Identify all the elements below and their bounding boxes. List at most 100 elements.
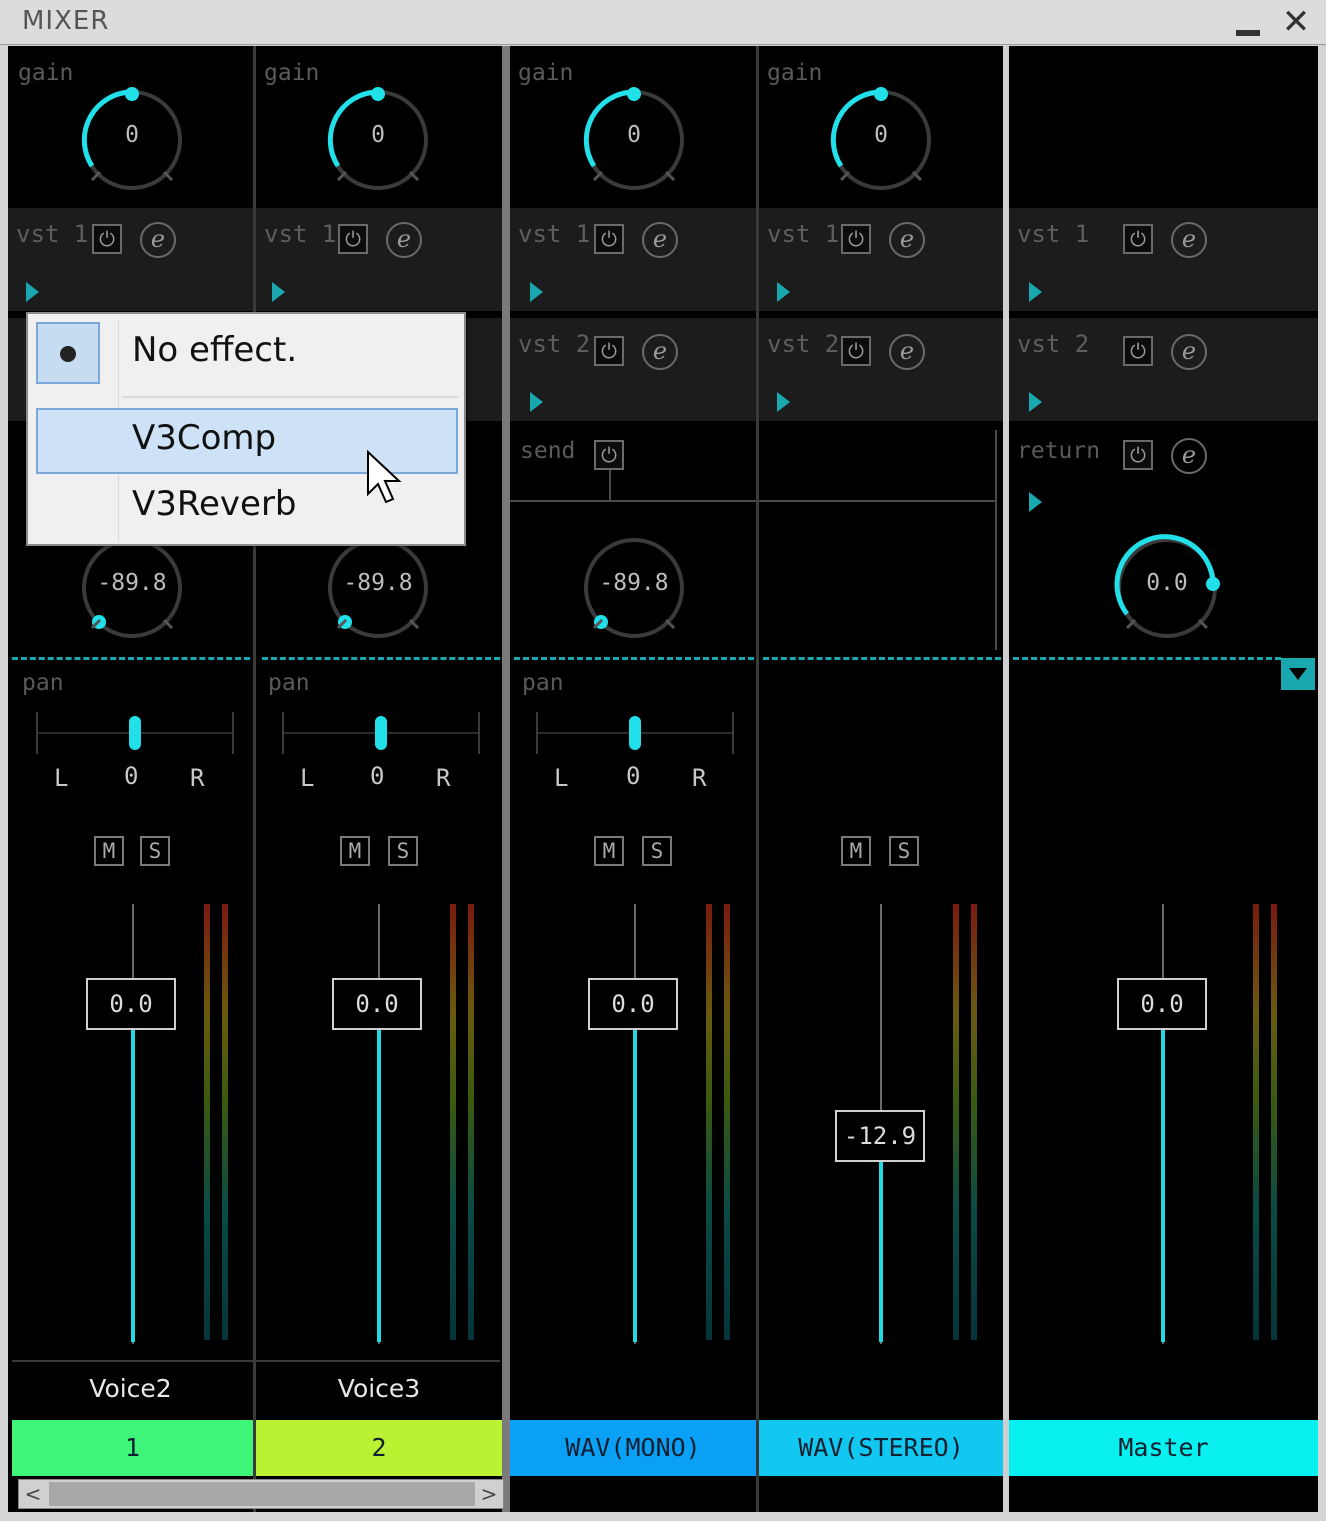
power-button[interactable]: ⏻ [841, 224, 871, 254]
expand-arrow-icon[interactable] [26, 282, 39, 302]
fader-handle[interactable]: 0.0 [1117, 978, 1207, 1030]
pan-left-label: L [300, 764, 315, 792]
mute-button[interactable]: M [94, 836, 124, 866]
edit-button[interactable]: e [140, 222, 176, 258]
horizontal-scrollbar[interactable]: < > [18, 1479, 504, 1509]
pan-handle[interactable] [629, 716, 641, 750]
expand-arrow-icon[interactable] [530, 392, 543, 412]
fader-handle[interactable]: 0.0 [588, 978, 678, 1030]
power-icon: ⏻ [1130, 227, 1146, 251]
expand-arrow-icon[interactable] [777, 392, 790, 412]
power-button[interactable]: ⏻ [594, 336, 624, 366]
expand-arrow-icon[interactable] [530, 282, 543, 302]
edit-button[interactable]: e [1171, 222, 1207, 258]
pan-handle[interactable] [129, 716, 141, 750]
gain-knob[interactable]: 0 [580, 86, 688, 194]
edit-button[interactable]: e [889, 222, 925, 258]
vst1-label: vst 1 [518, 220, 591, 248]
expand-arrow-icon[interactable] [272, 282, 285, 302]
fader-handle[interactable]: 0.0 [86, 978, 176, 1030]
edit-icon: e [899, 337, 915, 365]
edit-icon: e [652, 337, 668, 365]
bus-label[interactable]: Master [1009, 1420, 1318, 1476]
send-power-button[interactable]: ⏻ [594, 440, 624, 470]
dashed-divider [12, 657, 250, 660]
vst2-label: vst 2 [518, 330, 591, 358]
send-bus-riser [995, 430, 997, 650]
vst1-label: vst 1 [1017, 220, 1090, 248]
gain-label: gain [264, 60, 320, 86]
minimize-icon [1236, 30, 1260, 36]
mute-button[interactable]: M [340, 836, 370, 866]
scroll-left-button[interactable]: < [19, 1480, 47, 1508]
power-icon: ⏻ [601, 443, 617, 467]
channel-strip-2: gain 0 vst 1 ⏻ e -89.8 pan L 0 R M S 0.0… [256, 46, 502, 1512]
send-knob[interactable]: -89.8 [78, 534, 186, 642]
pan-slider[interactable] [36, 712, 234, 754]
power-icon: ⏻ [99, 227, 115, 251]
power-button[interactable]: ⏻ [841, 336, 871, 366]
power-button[interactable]: ⏻ [1123, 336, 1153, 366]
close-button[interactable]: ✕ [1276, 4, 1316, 40]
edit-icon: e [899, 225, 915, 253]
return-edit-button[interactable]: e [1171, 438, 1207, 474]
expand-dropdown-button[interactable] [1281, 658, 1315, 690]
menu-item-no-effect[interactable]: No effect. [132, 330, 297, 370]
edit-button[interactable]: e [642, 222, 678, 258]
dashed-divider [1013, 657, 1281, 660]
return-knob[interactable]: 0.0 [1113, 534, 1221, 642]
edit-button[interactable]: e [1171, 334, 1207, 370]
gain-knob[interactable]: 0 [827, 86, 935, 194]
solo-button[interactable]: S [388, 836, 418, 866]
solo-button[interactable]: S [140, 836, 170, 866]
expand-arrow-icon[interactable] [1029, 392, 1042, 412]
send-knob[interactable]: -89.8 [324, 534, 432, 642]
gain-value: 0 [125, 122, 139, 148]
fader-level [131, 1030, 135, 1342]
fader-level [633, 1030, 637, 1342]
pan-slider[interactable] [282, 712, 480, 754]
power-button[interactable]: ⏻ [594, 224, 624, 254]
expand-arrow-icon[interactable] [777, 282, 790, 302]
power-button[interactable]: ⏻ [92, 224, 122, 254]
mute-button[interactable]: M [841, 836, 871, 866]
fader-handle[interactable]: 0.0 [332, 978, 422, 1030]
edit-button[interactable]: e [642, 334, 678, 370]
gain-knob[interactable]: 0 [324, 86, 432, 194]
bus-label[interactable]: WAV(MONO) [510, 1420, 756, 1476]
menu-item-v3comp[interactable]: V3Comp [132, 418, 276, 458]
return-power-button[interactable]: ⏻ [1123, 440, 1153, 470]
scroll-thumb[interactable] [49, 1482, 475, 1506]
pan-slider[interactable] [536, 712, 734, 754]
edit-button[interactable]: e [386, 222, 422, 258]
vst2-label: vst 2 [1017, 330, 1090, 358]
bus-label[interactable]: 1 [12, 1420, 253, 1476]
solo-button[interactable]: S [642, 836, 672, 866]
pan-handle[interactable] [375, 716, 387, 750]
edit-button[interactable]: e [889, 334, 925, 370]
gain-value: 0 [874, 122, 888, 148]
menu-item-v3reverb[interactable]: V3Reverb [132, 484, 297, 524]
scroll-right-button[interactable]: > [475, 1480, 503, 1508]
mouse-cursor-icon [366, 449, 406, 514]
edit-icon: e [652, 225, 668, 253]
power-icon: ⏻ [848, 339, 864, 363]
minimize-button[interactable] [1230, 4, 1270, 40]
power-button[interactable]: ⏻ [1123, 224, 1153, 254]
gain-knob[interactable]: 0 [78, 86, 186, 194]
fader-handle[interactable]: -12.9 [835, 1110, 925, 1162]
mute-button[interactable]: M [594, 836, 624, 866]
bus-label[interactable]: 2 [256, 1420, 502, 1476]
master-strip: vst 1 ⏻ e vst 2 ⏻ e return ⏻ e 0.0 0.0 M… [1009, 46, 1318, 1512]
expand-arrow-icon[interactable] [1029, 282, 1042, 302]
expand-arrow-icon[interactable] [1029, 492, 1042, 512]
solo-button[interactable]: S [889, 836, 919, 866]
vst1-label: vst 1 [264, 220, 337, 248]
dashed-divider [262, 657, 500, 660]
edit-icon: e [1181, 441, 1197, 469]
channel-strip-1: gain 0 vst 1 ⏻ e -89.8 pan L 0 R M S 0.0… [8, 46, 253, 1512]
dashed-divider [763, 657, 1001, 660]
send-knob[interactable]: -89.8 [580, 534, 688, 642]
bus-label[interactable]: WAV(STEREO) [759, 1420, 1003, 1476]
power-button[interactable]: ⏻ [338, 224, 368, 254]
